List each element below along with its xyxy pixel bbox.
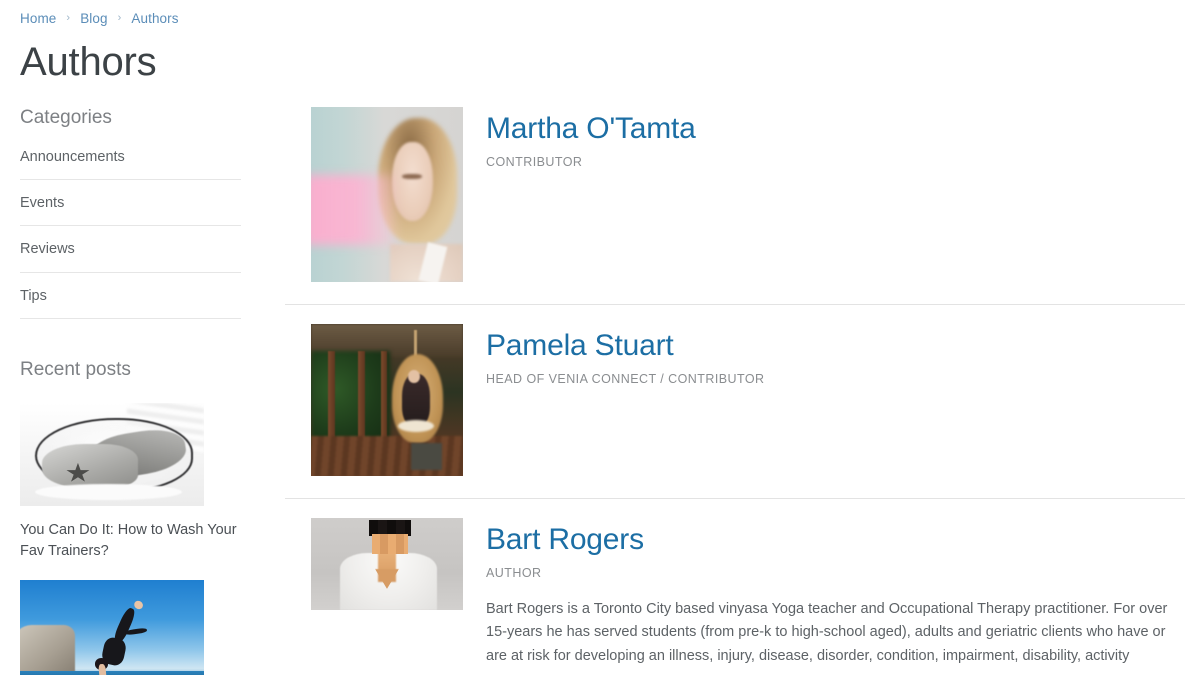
sidebar-item-tips[interactable]: Tips	[20, 288, 47, 305]
author-role: HEAD OF VENIA CONNECT / CONTRIBUTOR	[486, 371, 765, 386]
breadcrumb-item-authors[interactable]: Authors	[131, 11, 178, 26]
author-details: Bart Rogers AUTHOR Bart Rogers is a Toro…	[486, 518, 1185, 668]
sidebar: Authors Categories Announcements Events …	[20, 40, 282, 675]
breadcrumb-separator-icon: ›	[117, 12, 122, 24]
author-photo-bart	[311, 518, 463, 610]
author-card: Pamela Stuart HEAD OF VENIA CONNECT / CO…	[285, 305, 1185, 499]
list-item[interactable]: Tips	[20, 287, 241, 320]
list-item[interactable]: Reviews	[20, 240, 241, 273]
list-item[interactable]	[20, 579, 282, 675]
author-role: AUTHOR	[486, 565, 542, 580]
author-details: Martha O'Tamta CONTRIBUTOR	[486, 107, 1185, 170]
breadcrumb-item-home[interactable]: Home	[20, 11, 56, 26]
yoga-handstand-photo	[20, 579, 204, 675]
author-role: CONTRIBUTOR	[486, 154, 583, 169]
recent-post-thumbnail-yoga[interactable]	[20, 579, 204, 675]
breadcrumb-separator-icon: ›	[66, 12, 71, 24]
author-details: Pamela Stuart HEAD OF VENIA CONNECT / CO…	[486, 324, 1185, 387]
breadcrumb: Home › Blog › Authors	[20, 11, 179, 26]
page-title: Authors	[20, 40, 157, 84]
author-card: Martha O'Tamta CONTRIBUTOR	[285, 88, 1185, 305]
author-photo-pamela	[311, 324, 463, 476]
avatar[interactable]	[311, 518, 463, 610]
authors-page: Home › Blog › Authors Authors Categories…	[0, 0, 1200, 675]
author-name-link[interactable]: Pamela Stuart	[486, 329, 1185, 363]
recent-post-title-sneakers[interactable]: You Can Do It: How to Wash Your Fav Trai…	[20, 520, 242, 562]
authors-list: Martha O'Tamta CONTRIBUTOR Pamela Stuart…	[285, 88, 1185, 675]
categories-heading: Categories	[20, 106, 112, 128]
sidebar-item-announcements[interactable]: Announcements	[20, 149, 125, 166]
author-name-link[interactable]: Martha O'Tamta	[486, 112, 1185, 146]
recent-post-thumbnail-sneakers[interactable]	[20, 403, 204, 507]
avatar[interactable]	[311, 324, 463, 476]
author-card: Bart Rogers AUTHOR Bart Rogers is a Toro…	[285, 499, 1185, 675]
categories-list: Announcements Events Reviews Tips	[20, 148, 241, 320]
author-bio: Bart Rogers is a Toronto City based viny…	[486, 600, 1168, 664]
list-item[interactable]: Announcements	[20, 148, 241, 180]
sidebar-item-events[interactable]: Events	[20, 195, 64, 212]
list-item[interactable]: Events	[20, 194, 241, 227]
avatar[interactable]	[311, 107, 463, 282]
recent-posts-heading: Recent posts	[20, 359, 131, 381]
author-photo-martha	[311, 107, 463, 282]
author-name-link[interactable]: Bart Rogers	[486, 523, 1185, 557]
breadcrumb-item-blog[interactable]: Blog	[80, 11, 107, 26]
sidebar-item-reviews[interactable]: Reviews	[20, 241, 75, 258]
list-item[interactable]: You Can Do It: How to Wash Your Fav Trai…	[20, 403, 282, 562]
sneakers-photo	[20, 403, 204, 507]
